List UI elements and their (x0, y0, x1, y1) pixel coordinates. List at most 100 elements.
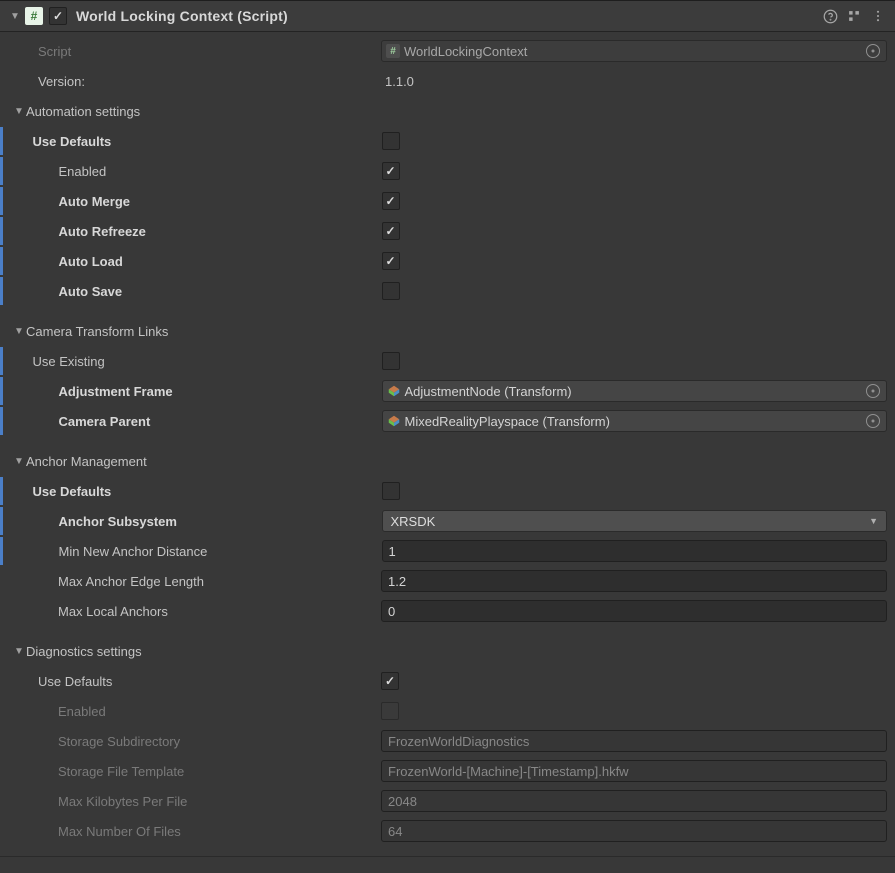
auto-save-label: Auto Save (7, 284, 382, 299)
preset-icon[interactable] (845, 7, 863, 25)
override-bar (0, 377, 3, 405)
adjustment-frame-label: Adjustment Frame (7, 384, 382, 399)
max-anchor-edge-length-label: Max Anchor Edge Length (6, 574, 381, 589)
component-enable-checkbox[interactable] (49, 7, 67, 25)
storage-file-template-input (381, 760, 887, 782)
component-body: Script # WorldLockingContext Version: 1.… (0, 32, 895, 857)
script-field: # WorldLockingContext (381, 40, 887, 62)
min-new-anchor-distance-input[interactable] (382, 540, 888, 562)
use-existing-row: Use Existing (0, 346, 895, 376)
adjustment-frame-value: AdjustmentNode (Transform) (405, 384, 865, 399)
section-diagnostics-settings[interactable]: ▼ Diagnostics settings (0, 636, 895, 666)
camera-parent-field[interactable]: MixedRealityPlayspace (Transform) (382, 410, 888, 432)
chevron-down-icon: ▼ (12, 644, 26, 658)
diagnostics-section-label: Diagnostics settings (26, 644, 142, 659)
camera-parent-row: Camera Parent MixedRealityPlayspace (Tra… (0, 406, 895, 436)
auto-merge-checkbox[interactable] (382, 192, 400, 210)
max-kilobytes-per-file-row: Max Kilobytes Per File (0, 786, 895, 816)
automation-enabled-row: Enabled (0, 156, 895, 186)
anchor-subsystem-label: Anchor Subsystem (7, 514, 382, 529)
max-anchor-edge-length-input[interactable] (381, 570, 887, 592)
override-bar (0, 127, 3, 155)
section-camera-transform-links[interactable]: ▼ Camera Transform Links (0, 316, 895, 346)
anchor-mgmt-section-label: Anchor Management (26, 454, 147, 469)
automation-enabled-checkbox[interactable] (382, 162, 400, 180)
version-label: Version: (6, 74, 381, 89)
version-row: Version: 1.1.0 (0, 66, 895, 96)
help-icon[interactable] (821, 7, 839, 25)
override-bar (0, 477, 3, 505)
adjustment-frame-row: Adjustment Frame AdjustmentNode (Transfo… (0, 376, 895, 406)
override-bar (0, 407, 3, 435)
override-bar (0, 277, 3, 305)
override-bar (0, 247, 3, 275)
divider (0, 856, 895, 857)
transform-icon (387, 414, 401, 428)
camera-parent-label: Camera Parent (7, 414, 382, 429)
automation-use-defaults-checkbox[interactable] (382, 132, 400, 150)
automation-enabled-label: Enabled (7, 164, 382, 179)
script-row: Script # WorldLockingContext (0, 36, 895, 66)
script-picker-icon (864, 42, 882, 60)
min-new-anchor-distance-row: Min New Anchor Distance (0, 536, 895, 566)
max-kilobytes-per-file-label: Max Kilobytes Per File (6, 794, 381, 809)
auto-save-checkbox[interactable] (382, 282, 400, 300)
anchor-use-defaults-row: Use Defaults (0, 476, 895, 506)
chevron-down-icon: ▼ (12, 324, 26, 338)
version-value: 1.1.0 (381, 74, 414, 89)
script-name: WorldLockingContext (404, 44, 864, 59)
override-bar (0, 507, 3, 535)
camera-links-section-label: Camera Transform Links (26, 324, 168, 339)
storage-file-template-label: Storage File Template (6, 764, 381, 779)
adjustment-frame-field[interactable]: AdjustmentNode (Transform) (382, 380, 888, 402)
auto-refreeze-label: Auto Refreeze (7, 224, 382, 239)
use-existing-label: Use Existing (7, 354, 382, 369)
storage-file-template-row: Storage File Template (0, 756, 895, 786)
storage-subdirectory-row: Storage Subdirectory (0, 726, 895, 756)
max-local-anchors-row: Max Local Anchors (0, 596, 895, 626)
object-picker-icon[interactable] (864, 382, 882, 400)
max-local-anchors-input[interactable] (381, 600, 887, 622)
chevron-down-icon: ▼ (12, 104, 26, 118)
dropdown-caret-icon: ▼ (869, 516, 878, 526)
chevron-down-icon: ▼ (12, 454, 26, 468)
max-anchor-edge-length-row: Max Anchor Edge Length (0, 566, 895, 596)
anchor-use-defaults-checkbox[interactable] (382, 482, 400, 500)
diag-enabled-row: Enabled (0, 696, 895, 726)
context-menu-icon[interactable] (869, 7, 887, 25)
max-local-anchors-label: Max Local Anchors (6, 604, 381, 619)
object-picker-icon[interactable] (864, 412, 882, 430)
auto-merge-row: Auto Merge (0, 186, 895, 216)
camera-parent-value: MixedRealityPlayspace (Transform) (405, 414, 865, 429)
automation-section-label: Automation settings (26, 104, 140, 119)
component-foldout-icon[interactable]: ▼ (8, 9, 22, 23)
component-title: World Locking Context (Script) (76, 8, 288, 24)
auto-refreeze-row: Auto Refreeze (0, 216, 895, 246)
use-existing-checkbox[interactable] (382, 352, 400, 370)
diag-use-defaults-row: Use Defaults (0, 666, 895, 696)
max-number-of-files-row: Max Number Of Files (0, 816, 895, 846)
anchor-subsystem-value: XRSDK (391, 514, 870, 529)
auto-refreeze-checkbox[interactable] (382, 222, 400, 240)
auto-load-checkbox[interactable] (382, 252, 400, 270)
automation-use-defaults-row: Use Defaults (0, 126, 895, 156)
section-automation-settings[interactable]: ▼ Automation settings (0, 96, 895, 126)
override-bar (0, 217, 3, 245)
override-bar (0, 157, 3, 185)
component-header: ▼ # World Locking Context (Script) (0, 0, 895, 32)
anchor-subsystem-dropdown[interactable]: XRSDK ▼ (382, 510, 888, 532)
diag-use-defaults-checkbox[interactable] (381, 672, 399, 690)
diag-use-defaults-label: Use Defaults (6, 674, 381, 689)
min-new-anchor-distance-label: Min New Anchor Distance (7, 544, 382, 559)
auto-save-row: Auto Save (0, 276, 895, 306)
script-mini-icon: # (386, 44, 400, 58)
script-icon: # (25, 7, 43, 25)
storage-subdirectory-input (381, 730, 887, 752)
override-bar (0, 187, 3, 215)
diag-enabled-label: Enabled (6, 704, 381, 719)
max-number-of-files-label: Max Number Of Files (6, 824, 381, 839)
anchor-subsystem-row: Anchor Subsystem XRSDK ▼ (0, 506, 895, 536)
max-kilobytes-per-file-input (381, 790, 887, 812)
diag-enabled-checkbox (381, 702, 399, 720)
section-anchor-management[interactable]: ▼ Anchor Management (0, 446, 895, 476)
